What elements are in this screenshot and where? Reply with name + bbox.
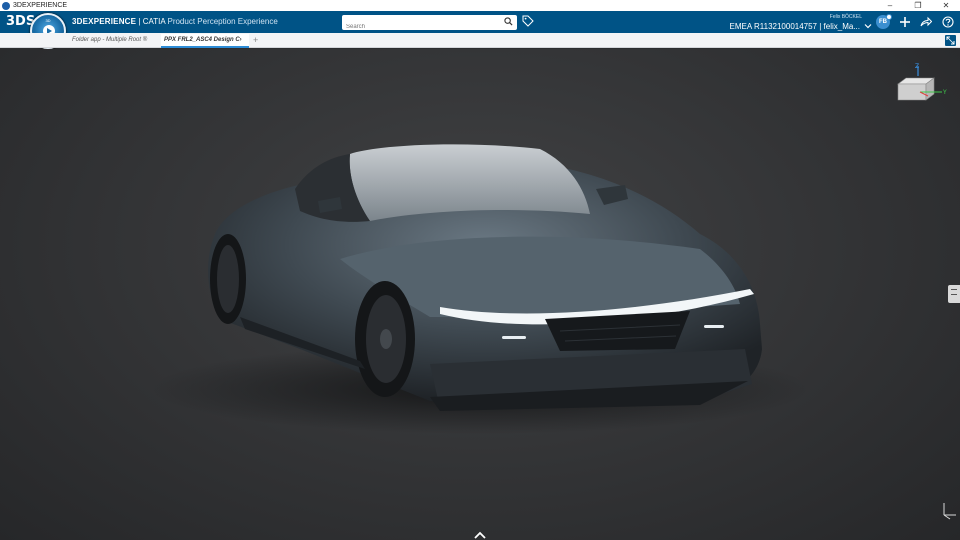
maximize-button[interactable]: ❐ bbox=[904, 0, 932, 11]
avatar-initials: FB bbox=[879, 19, 887, 25]
search-icon[interactable] bbox=[504, 17, 513, 26]
car-model-render[interactable] bbox=[0, 49, 960, 540]
user-name: Felix BÖCKEL bbox=[829, 14, 862, 20]
tenant-credentials[interactable]: EMEA R1132100014757 | felix_Ma... bbox=[730, 22, 860, 31]
brand-separator: | CATIA bbox=[136, 17, 168, 26]
avatar[interactable]: FB bbox=[876, 14, 892, 29]
app-brand: 3DEXPERIENCE | CATIA Product Perception … bbox=[72, 17, 278, 26]
os-window-title: 3DEXPERIENCE bbox=[13, 2, 68, 9]
chevron-down-icon[interactable] bbox=[864, 22, 872, 30]
tab-bar: Folder app - Multiple Root ® PPX FRL2_AS… bbox=[0, 33, 960, 48]
help-icon[interactable] bbox=[942, 16, 954, 28]
brand-platform: 3DEXPERIENCE bbox=[72, 17, 137, 26]
add-icon[interactable] bbox=[899, 16, 911, 28]
tag-icon[interactable] bbox=[522, 15, 534, 27]
add-tab-button[interactable]: + bbox=[253, 35, 258, 45]
search-box bbox=[342, 15, 517, 35]
breadcrumb[interactable]: Folder app - Multiple Root ® bbox=[72, 37, 147, 43]
axis-triad-icon bbox=[943, 503, 956, 520]
notification-dot bbox=[886, 14, 892, 20]
compass-top-label: 3D bbox=[45, 18, 51, 23]
tab-active-document[interactable]: PPX FRL2_ASC4 Design C› bbox=[161, 34, 249, 48]
fullscreen-icon[interactable] bbox=[945, 35, 956, 46]
3d-viewport[interactable]: Z Y bbox=[0, 49, 960, 540]
cube-y-label: Y bbox=[942, 89, 947, 96]
cube-z-label: Z bbox=[915, 63, 919, 70]
view-cube-icon[interactable]: Z Y bbox=[890, 62, 950, 112]
side-panel-handle[interactable] bbox=[948, 285, 960, 303]
close-button[interactable]: ✕ bbox=[932, 0, 960, 11]
minimize-button[interactable]: – bbox=[876, 0, 904, 11]
app-icon bbox=[2, 1, 10, 10]
chevron-up-icon[interactable] bbox=[473, 530, 487, 540]
os-title-bar: 3DEXPERIENCE – ❐ ✕ bbox=[0, 0, 960, 11]
app-window: 3DEXPERIENCE – ❐ ✕ 3DS 3DEXPERIENCE | CA… bbox=[0, 0, 960, 540]
brand-app-name: Product Perception Experience bbox=[167, 17, 278, 26]
top-bar: 3DS 3DEXPERIENCE | CATIA Product Percept… bbox=[0, 11, 960, 35]
share-icon[interactable] bbox=[920, 16, 932, 28]
